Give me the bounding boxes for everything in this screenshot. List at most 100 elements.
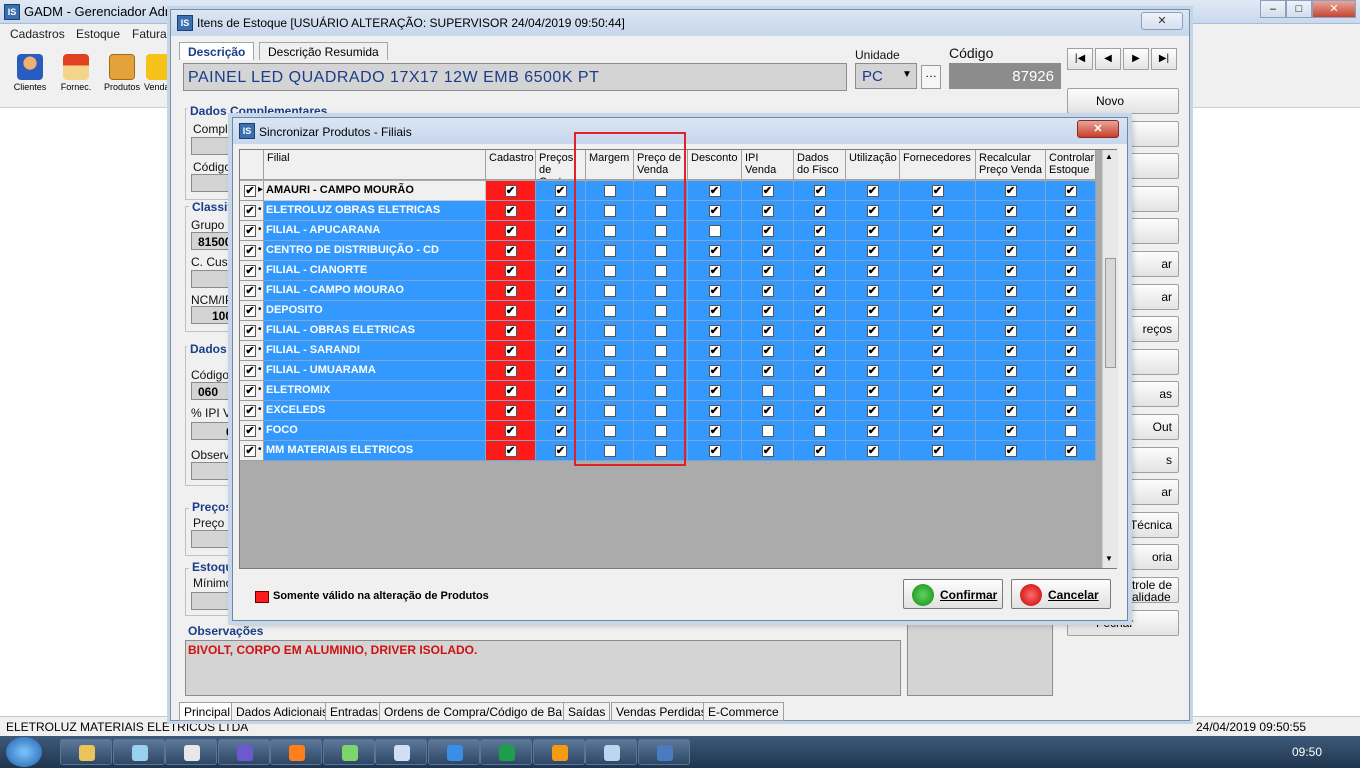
check-cell[interactable]: ✔ [846,381,900,401]
check-cell[interactable]: ✔ [846,341,900,361]
checkbox-checked[interactable]: ✔ [554,265,567,277]
row-checkbox[interactable]: ✔ [244,185,256,197]
filial-name-cell[interactable]: FILIAL - UMUARAMA [264,361,486,381]
row-checkbox[interactable]: ✔ [244,325,256,337]
checkbox-checked[interactable]: ✔ [504,365,517,377]
check-cell[interactable]: ✔ [1046,181,1096,201]
checkbox-unchecked[interactable] [813,425,826,437]
row-checkbox[interactable]: ✔ [244,245,256,257]
checkbox-checked[interactable]: ✔ [504,245,517,257]
check-cell[interactable]: ✔ [1046,361,1096,381]
check-cell[interactable]: ✔ [976,221,1046,241]
checkbox-checked[interactable]: ✔ [813,305,826,317]
unidade-lookup-button[interactable]: … [921,65,941,89]
checkbox-checked[interactable]: ✔ [1004,445,1017,457]
filial-name-cell[interactable]: EXCELEDS [264,401,486,421]
checkbox-checked[interactable]: ✔ [813,445,826,457]
checkbox-checked[interactable]: ✔ [931,245,944,257]
check-cell[interactable]: ✔ [976,401,1046,421]
check-cell[interactable]: ✔ [794,281,846,301]
checkbox-checked[interactable]: ✔ [931,445,944,457]
check-cell[interactable]: ✔ [976,301,1046,321]
checkbox-checked[interactable]: ✔ [708,285,721,297]
filial-name-cell[interactable]: FOCO [264,421,486,441]
row-checkbox[interactable]: ✔ [244,265,256,277]
check-cell[interactable]: ✔ [900,241,976,261]
column-header-9[interactable]: Fornecedores [900,150,976,180]
checkbox-checked[interactable]: ✔ [554,385,567,397]
column-header-1[interactable]: Cadastro [486,150,536,180]
checkbox-checked[interactable]: ✔ [761,445,774,457]
checkbox-checked[interactable]: ✔ [931,365,944,377]
checkbox-checked[interactable]: ✔ [1004,345,1017,357]
check-cell[interactable]: ✔ [846,201,900,221]
taskbar-item-11[interactable] [637,739,690,765]
check-cell[interactable]: ✔ [688,181,742,201]
taskbar-item-9[interactable] [532,739,585,765]
check-cell[interactable]: ✔ [900,201,976,221]
row-select-cell[interactable]: ✔ • [240,261,264,281]
row-select-cell[interactable]: ✔ • [240,201,264,221]
checkbox-checked[interactable]: ✔ [1064,365,1077,377]
check-cell[interactable]: ✔ [846,221,900,241]
checkbox-checked[interactable]: ✔ [866,325,879,337]
checkbox-checked[interactable]: ✔ [1004,425,1017,437]
taskbar-item-2[interactable] [165,739,217,765]
checkbox-checked[interactable]: ✔ [866,365,879,377]
checkbox-checked[interactable]: ✔ [1064,265,1077,277]
row-checkbox[interactable]: ✔ [244,365,256,377]
column-header-0[interactable]: Filial [264,150,486,180]
tab-entradas[interactable]: Entradas [325,702,384,721]
check-cell[interactable]: ✔ [486,321,536,341]
checkbox-checked[interactable]: ✔ [866,385,879,397]
check-cell[interactable]: ✔ [742,301,794,321]
checkbox-checked[interactable]: ✔ [1064,325,1077,337]
check-cell[interactable]: ✔ [688,381,742,401]
checkbox-checked[interactable]: ✔ [931,225,944,237]
check-cell[interactable]: ✔ [688,421,742,441]
grid-scrollbar[interactable]: ▲ ▼ [1102,150,1118,568]
check-cell[interactable]: ✔ [742,361,794,381]
checkbox-checked[interactable]: ✔ [504,185,517,197]
scroll-thumb[interactable] [1105,258,1116,368]
filial-name-cell[interactable]: FILIAL - CIANORTE [264,261,486,281]
checkbox-checked[interactable]: ✔ [813,365,826,377]
check-cell[interactable]: ✔ [900,181,976,201]
check-cell[interactable]: ✔ [794,181,846,201]
checkbox-checked[interactable]: ✔ [931,425,944,437]
cancelar-button[interactable]: Cancelar [1011,579,1111,609]
checkbox-checked[interactable]: ✔ [708,365,721,377]
checkbox-checked[interactable]: ✔ [931,385,944,397]
taskbar-item-5[interactable] [322,739,375,765]
checkbox-checked[interactable]: ✔ [504,205,517,217]
checkbox-checked[interactable]: ✔ [504,305,517,317]
checkbox-checked[interactable]: ✔ [504,385,517,397]
check-cell[interactable]: ✔ [742,341,794,361]
taskbar-item-10[interactable] [585,739,637,765]
check-cell[interactable]: ✔ [846,421,900,441]
column-header-8[interactable]: Utilização [846,150,900,180]
row-select-cell[interactable]: ✔ • [240,381,264,401]
check-cell[interactable]: ✔ [900,421,976,441]
check-cell[interactable]: ✔ [976,261,1046,281]
checkbox-checked[interactable]: ✔ [931,205,944,217]
check-cell[interactable]: ✔ [794,241,846,261]
checkbox-checked[interactable]: ✔ [554,285,567,297]
check-cell[interactable]: ✔ [1046,281,1096,301]
checkbox-checked[interactable]: ✔ [931,265,944,277]
checkbox-checked[interactable]: ✔ [708,345,721,357]
checkbox-checked[interactable]: ✔ [504,345,517,357]
check-cell[interactable]: ✔ [900,301,976,321]
checkbox-checked[interactable]: ✔ [1064,345,1077,357]
checkbox-checked[interactable]: ✔ [1004,285,1017,297]
check-cell[interactable]: ✔ [486,241,536,261]
row-checkbox[interactable]: ✔ [244,225,256,237]
checkbox-checked[interactable]: ✔ [931,325,944,337]
close-button[interactable]: ✕ [1312,0,1356,18]
check-cell[interactable]: ✔ [688,261,742,281]
checkbox-checked[interactable]: ✔ [504,425,517,437]
filial-name-cell[interactable]: FILIAL - APUCARANA [264,221,486,241]
tab-ordens-compra[interactable]: Ordens de Compra/Código de Barras [379,702,588,721]
check-cell[interactable]: ✔ [486,441,536,461]
checkbox-checked[interactable]: ✔ [1064,205,1077,217]
